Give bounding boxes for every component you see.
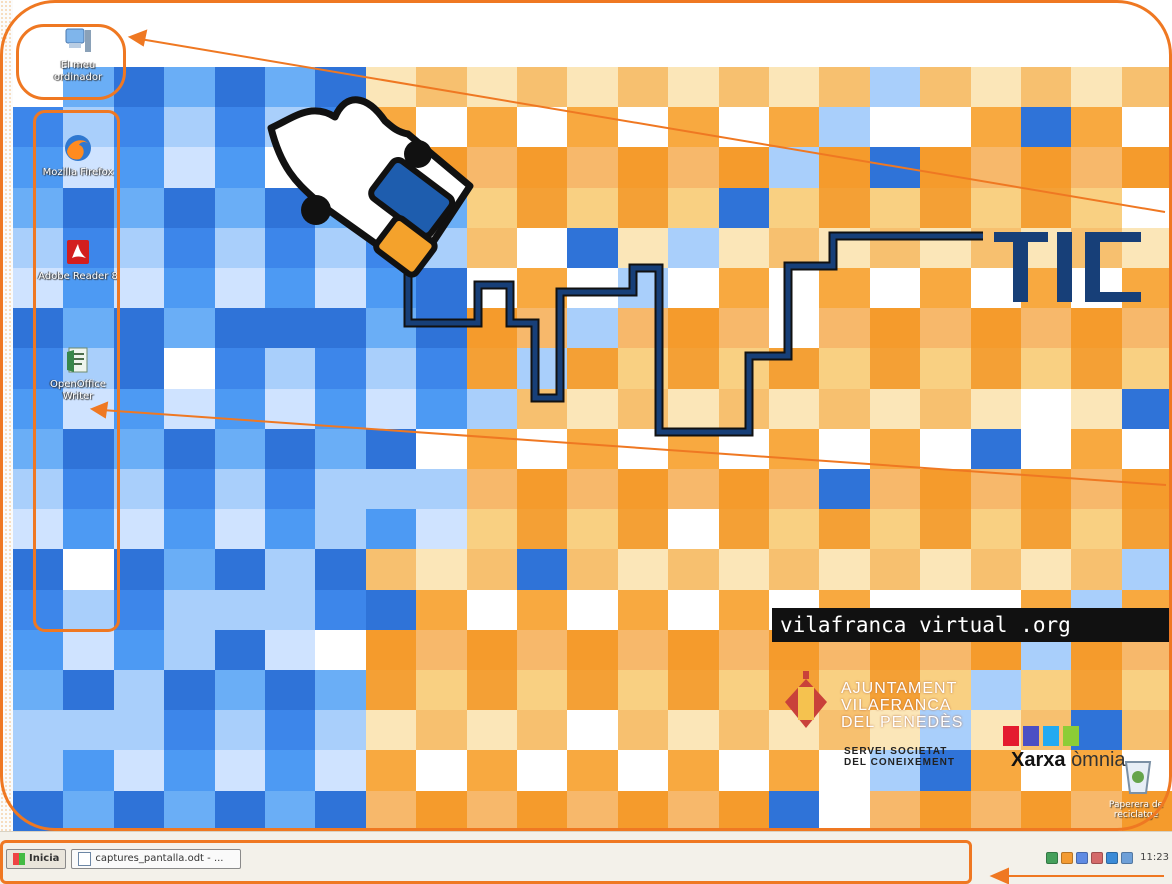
desktop-icon-label: OpenOffice Writer [50,379,106,402]
vilafranca-virtual-banner: vilafranca virtual .org [772,608,1172,642]
service-line-2: DEL CONEIXEMENT [844,757,955,768]
tray-security-icon[interactable] [1076,851,1089,864]
recycle-bin-icon[interactable] [1124,761,1152,794]
system-tray[interactable]: 11:23 [969,845,1169,870]
desktop-icon-label: Mozilla Firefox [42,167,114,178]
computer-icon [62,25,94,57]
firefox-icon [62,132,94,164]
city-line-2: VILAFRANCA [841,697,952,714]
screenshot-stage: El meu ordinador Mozilla Firefox Adobe R… [0,0,1172,884]
omnia-text: òmnia [1071,749,1126,771]
recycle-bin-label: Paperera de reciclatge [1108,800,1164,820]
service-text: SERVEI SOCIETAT DEL CONEIXEMENT [844,746,955,768]
xarxa-omnia-logo: Xarxa òmnia [1011,748,1126,772]
xarxa-text: Xarxa [1011,749,1066,771]
wallpaper-art [267,96,1152,794]
document-icon [78,851,92,866]
taskbar[interactable]: Inicia captures_pantalla.odt - ... 11:23 [0,831,1172,884]
start-button[interactable]: Inicia [6,848,67,869]
desktop-icon-my-computer[interactable]: El meu ordinador [38,25,118,84]
city-council-text: AJUNTAMENT VILAFRANCA DEL PENEDÈS [841,680,963,731]
start-button-label: Inicia [29,853,60,864]
tray-monitor-icon[interactable] [1121,851,1134,864]
service-line-1: SERVEI SOCIETAT [844,746,948,757]
taskbar-left: Inicia captures_pantalla.odt - ... [6,846,242,871]
desktop-icon-adobe-reader[interactable]: Adobe Reader 8 [38,236,118,283]
tray-language-icon[interactable] [1106,851,1119,864]
tray-flag-icon[interactable] [1061,851,1074,864]
city-line-1: AJUNTAMENT [841,680,958,697]
desktop-icon-firefox[interactable]: Mozilla Firefox [38,132,118,179]
taskbar-clock: 11:23 [1140,852,1169,863]
tic-path-logo [267,96,983,437]
city-line-3: DEL PENEDÈS [841,714,964,731]
desktop-icon-openoffice-writer[interactable]: OpenOffice Writer [38,344,118,403]
adobe-reader-icon [62,236,94,268]
windows-logo-icon [13,852,25,865]
tray-network-icon[interactable] [1046,851,1059,864]
taskbar-window-button[interactable]: captures_pantalla.odt - ... [71,848,242,869]
desktop[interactable]: El meu ordinador Mozilla Firefox Adobe R… [13,0,1172,831]
desktop-icon-label: El meu ordinador [53,60,103,83]
taskbar-window-label: captures_pantalla.odt - ... [95,853,224,864]
city-shield-logo [785,671,827,728]
xarxa-color-squares [1003,726,1079,746]
desktop-icon-label: Adobe Reader 8 [38,271,118,282]
tic-pixel-letters [994,232,1141,302]
tray-volume-icon[interactable] [1091,851,1104,864]
writer-icon [62,344,94,376]
